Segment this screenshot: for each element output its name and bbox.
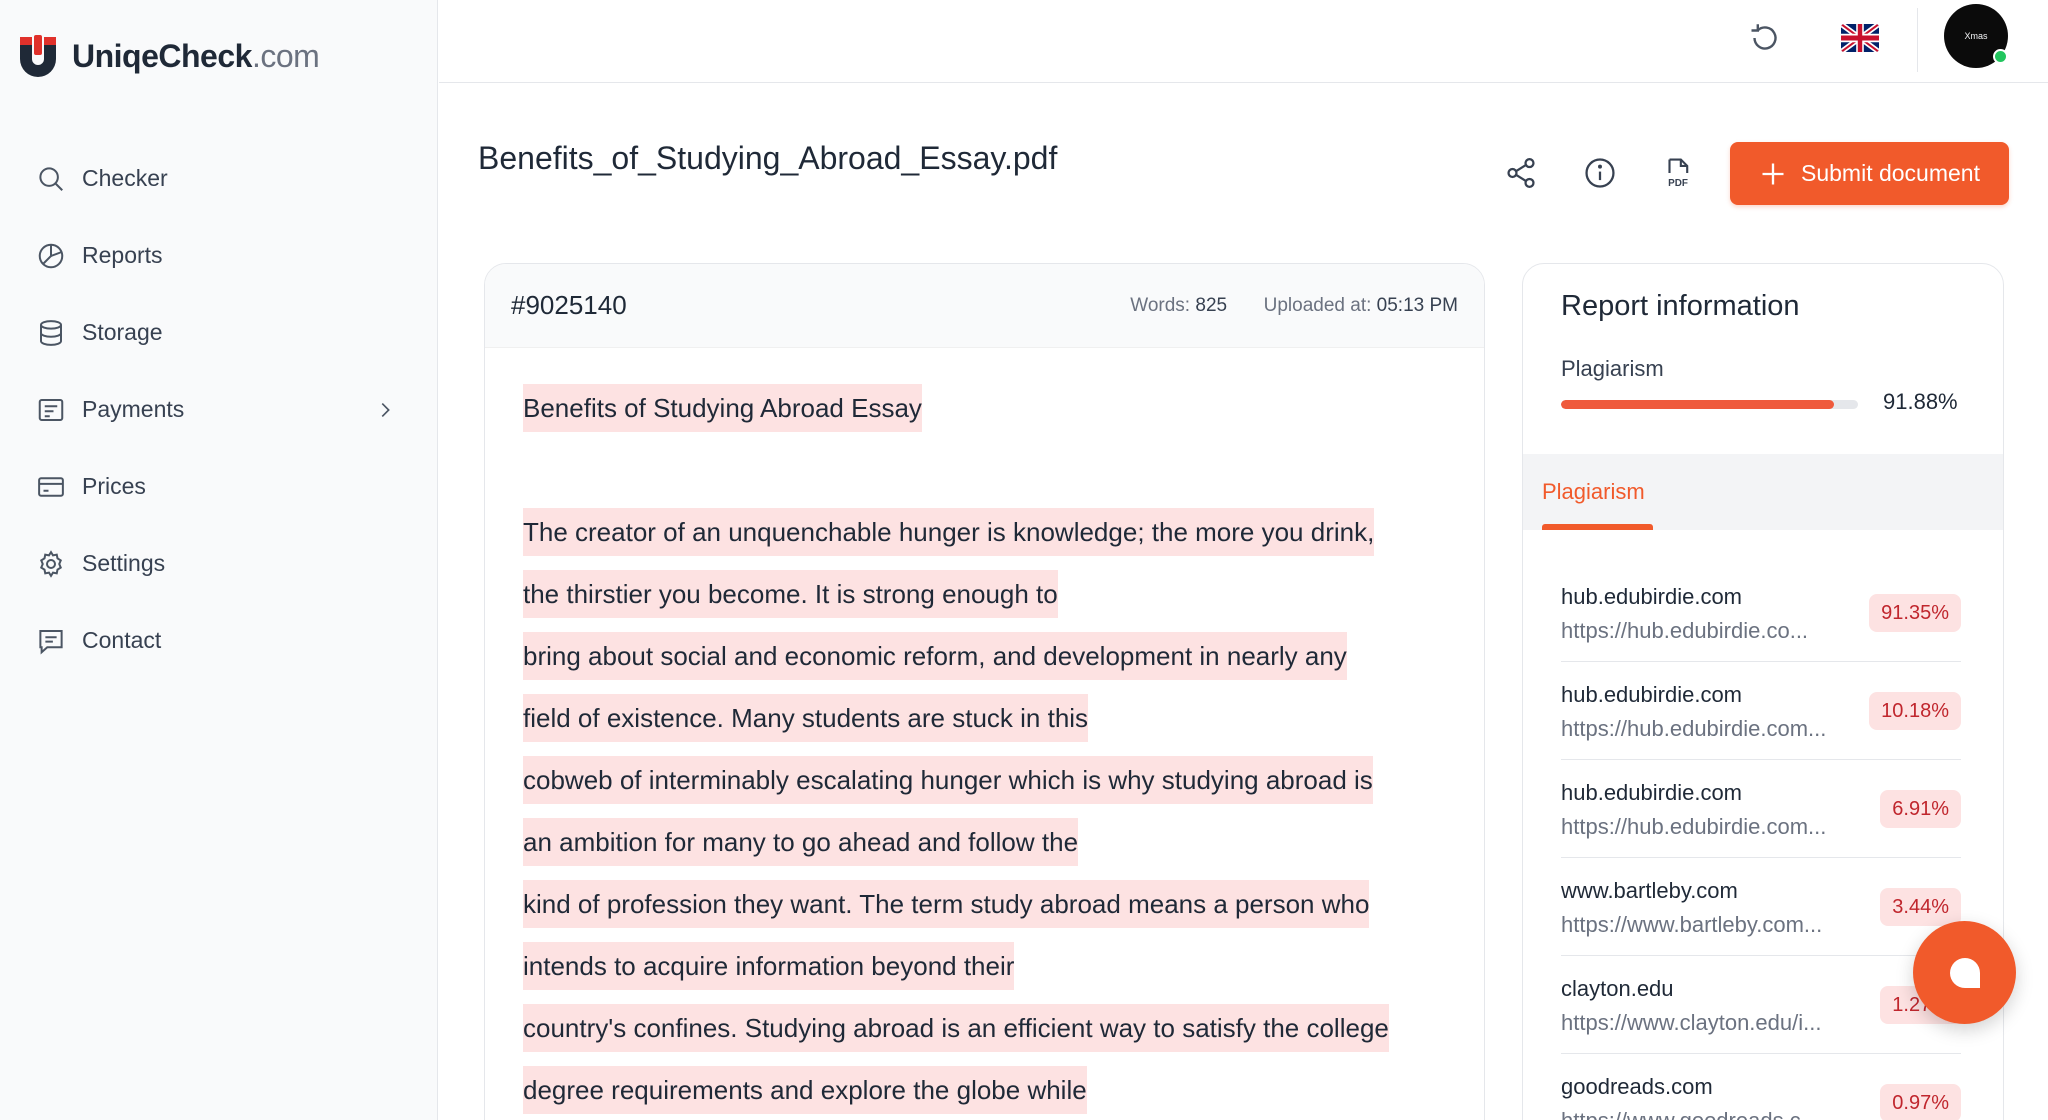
active-tab-indicator [1542, 524, 1653, 530]
source-name: hub.edubirdie.com [1561, 682, 1743, 707]
brand-logo[interactable]: UniqeCheck.com [16, 33, 320, 79]
highlighted-text-line[interactable]: intends to acquire information beyond th… [523, 940, 1446, 1002]
online-status-dot [1993, 49, 2008, 64]
source-match-badge: 0.97% [1880, 1084, 1961, 1120]
source-item[interactable]: goodreads.com https://www.goodreads.c...… [1561, 1054, 1961, 1120]
logo-mark-icon [20, 35, 56, 77]
sidebar: UniqeCheck.com Checker Reports Storage P… [0, 0, 438, 1120]
source-item[interactable]: hub.edubirdie.com https://hub.edubirdie.… [1561, 662, 1961, 760]
tab-plagiarism[interactable]: Plagiarism [1542, 454, 1645, 530]
source-name: www.bartleby.com [1561, 878, 1738, 903]
highlighted-text-line[interactable]: bring about social and economic reform, … [523, 630, 1446, 692]
plagiarism-progress-bar [1561, 400, 1858, 409]
highlighted-text-line[interactable]: an ambition for many to go ahead and fol… [523, 816, 1446, 878]
source-match-badge: 3.44% [1880, 888, 1961, 926]
source-url[interactable]: https://hub.edubirdie.co... [1561, 618, 1808, 644]
receipt-icon [38, 398, 64, 421]
document-title: Benefits_of_Studying_Abroad_Essay.pdf [478, 140, 1058, 176]
source-url[interactable]: https://www.goodreads.c... [1561, 1108, 1819, 1120]
sidebar-item-label: Prices [82, 473, 146, 499]
sidebar-item-settings[interactable]: Settings [36, 525, 396, 602]
highlighted-text-line[interactable]: field of existence. Many students are st… [523, 692, 1446, 754]
highlighted-text-line[interactable]: the thirstier you become. It is strong e… [523, 568, 1446, 630]
sidebar-item-label: Payments [82, 396, 185, 422]
avatar-text: Xmas [1964, 31, 1988, 41]
sidebar-item-contact[interactable]: Contact [36, 602, 396, 679]
chevron-right-icon[interactable] [374, 399, 396, 421]
sidebar-item-label: Storage [82, 319, 163, 345]
word-count: 825 [1195, 294, 1228, 316]
top-bar: Xmas [439, 0, 2048, 83]
document-viewer: #9025140 Words: 825 Uploaded at: 05:13 P… [484, 263, 1485, 1120]
sidebar-item-checker[interactable]: Checker [36, 140, 396, 217]
refresh-icon[interactable] [1747, 20, 1783, 56]
card-icon [38, 476, 64, 497]
pie-chart-icon [38, 243, 64, 268]
svg-text:PDF: PDF [1668, 178, 1688, 189]
document-text: Benefits of Studying Abroad Essay The cr… [485, 348, 1484, 1120]
source-item[interactable]: www.bartleby.com https://www.bartleby.co… [1561, 858, 1961, 956]
report-title: Report information [1561, 290, 1800, 322]
upload-time: 05:13 PM [1376, 294, 1458, 316]
source-match-badge: 91.35% [1869, 594, 1961, 632]
chat-bubble-icon [1949, 957, 1980, 988]
gear-icon [40, 549, 62, 578]
source-item[interactable]: hub.edubirdie.com https://hub.edubirdie.… [1561, 564, 1961, 662]
source-name: goodreads.com [1561, 1074, 1713, 1099]
highlighted-text-line[interactable]: The creator of an unquenchable hunger is… [523, 506, 1446, 568]
sidebar-item-label: Checker [82, 165, 168, 191]
plus-icon [1762, 163, 1784, 184]
info-icon[interactable] [1583, 155, 1617, 191]
highlighted-text-line[interactable]: kind of profession they want. The term s… [523, 878, 1446, 940]
avatar[interactable]: Xmas [1944, 4, 2008, 68]
uploaded-label: Uploaded at: [1263, 294, 1372, 316]
sidebar-nav: Checker Reports Storage Payments Prices … [36, 140, 396, 679]
sidebar-item-storage[interactable]: Storage [36, 294, 396, 371]
share-icon[interactable] [1504, 155, 1538, 191]
message-icon [39, 629, 63, 654]
header-divider [1917, 8, 1918, 72]
source-url[interactable]: https://hub.edubirdie.com... [1561, 814, 1826, 840]
sidebar-item-reports[interactable]: Reports [36, 217, 396, 294]
highlighted-text-line[interactable]: cobweb of interminably escalating hunger… [523, 754, 1446, 816]
database-icon [40, 319, 62, 346]
words-label: Words: [1130, 294, 1191, 316]
source-name: hub.edubirdie.com [1561, 584, 1743, 609]
plagiarism-percentage: 91.88% [1883, 389, 1958, 414]
document-id: #9025140 [511, 290, 627, 320]
chat-launcher-button[interactable] [1913, 921, 2016, 1024]
sidebar-item-label: Contact [82, 627, 162, 653]
report-tabs: Plagiarism [1523, 454, 2003, 530]
source-url[interactable]: https://www.clayton.edu/i... [1561, 1010, 1821, 1036]
document-viewer-header: #9025140 Words: 825 Uploaded at: 05:13 P… [485, 264, 1484, 348]
sidebar-item-payments[interactable]: Payments [36, 371, 396, 448]
source-name: clayton.edu [1561, 976, 1674, 1001]
plagiarism-progress-fill [1561, 400, 1834, 409]
highlighted-text-line[interactable]: Benefits of Studying Abroad Essay [523, 382, 1446, 444]
source-name: hub.edubirdie.com [1561, 780, 1743, 805]
sidebar-item-label: Settings [82, 550, 166, 576]
document-meta: Words: 825 Uploaded at: 05:13 PM [1130, 295, 1458, 317]
search-icon [39, 166, 63, 191]
plagiarism-label: Plagiarism [1561, 356, 1664, 381]
pdf-download-icon[interactable]: PDF [1661, 155, 1695, 191]
submit-document-label: Submit document [1801, 160, 1980, 186]
source-item[interactable]: hub.edubirdie.com https://hub.edubirdie.… [1561, 760, 1961, 858]
source-list: hub.edubirdie.com https://hub.edubirdie.… [1561, 564, 1961, 1120]
uk-flag-icon[interactable] [1841, 24, 1879, 52]
source-item[interactable]: clayton.edu https://www.clayton.edu/i...… [1561, 956, 1961, 1054]
source-match-badge: 10.18% [1869, 692, 1961, 730]
brand-name: UniqeCheck.com [72, 37, 320, 74]
submit-document-button[interactable]: Submit document [1730, 142, 2009, 205]
highlighted-text-line[interactable]: degree requirements and explore the glob… [523, 1064, 1446, 1120]
sidebar-item-label: Reports [82, 242, 163, 268]
highlighted-text-line[interactable]: country's confines. Studying abroad is a… [523, 1002, 1446, 1064]
source-url[interactable]: https://www.bartleby.com... [1561, 912, 1822, 938]
source-match-badge: 6.91% [1880, 790, 1961, 828]
source-url[interactable]: https://hub.edubirdie.com... [1561, 716, 1826, 742]
sidebar-item-prices[interactable]: Prices [36, 448, 396, 525]
